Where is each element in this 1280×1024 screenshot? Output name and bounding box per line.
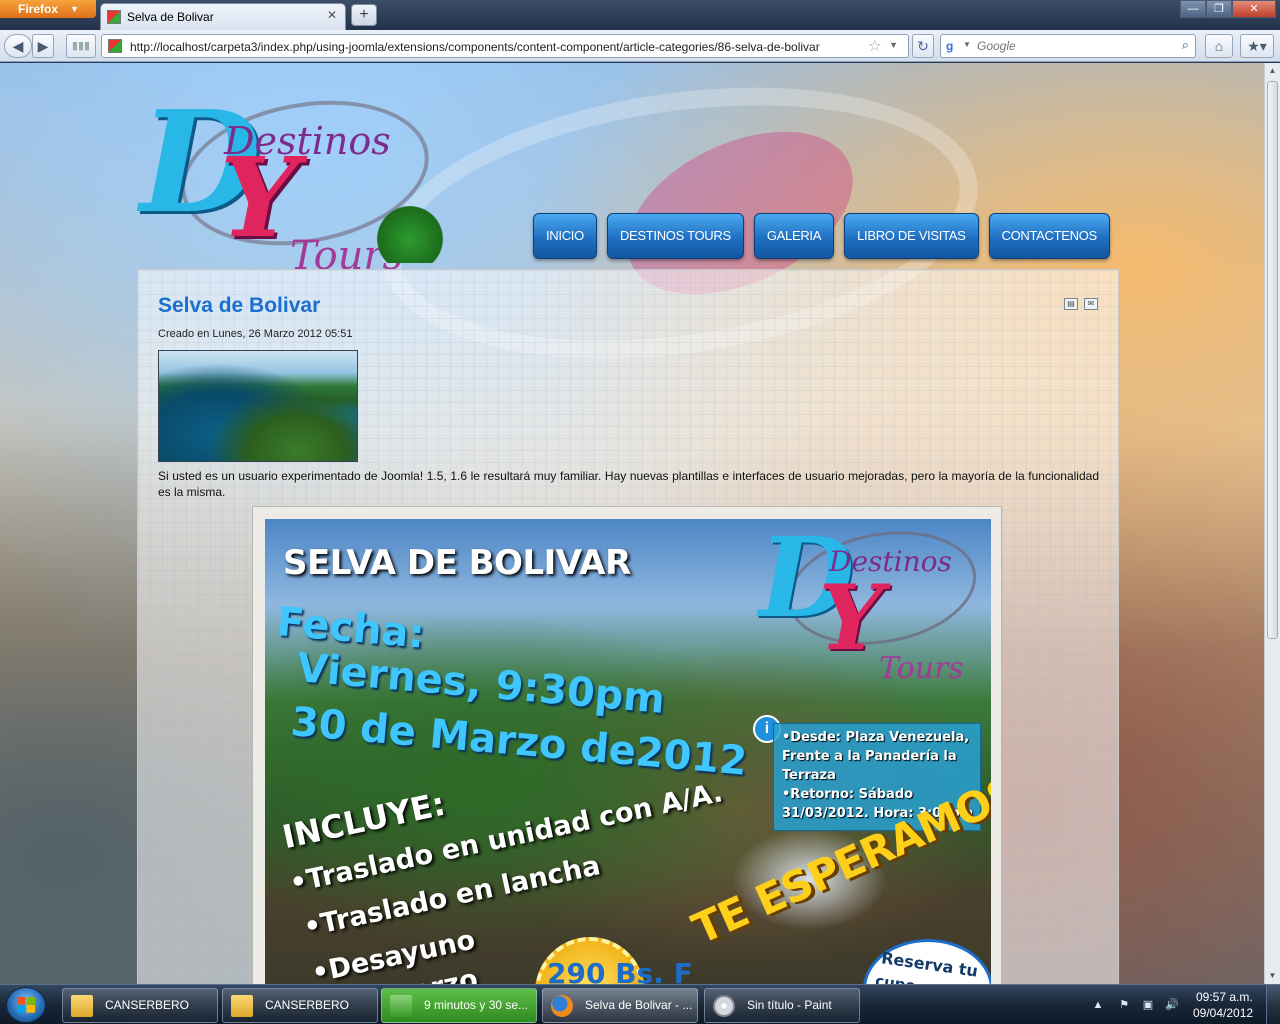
poster-logo: D Y Destinos Tours	[759, 519, 989, 713]
browser-title-bar: Firefox ▼ Selva de Bolivar ✕ + — ❐ ✕	[0, 0, 1280, 30]
restore-window-button[interactable]: ❐	[1206, 0, 1232, 18]
start-button[interactable]	[6, 987, 46, 1023]
menu-item-galeria[interactable]: GALERIA	[753, 213, 835, 259]
bookmark-star-icon[interactable]: ☆	[868, 36, 882, 56]
firefox-icon	[551, 995, 573, 1017]
article-actions: ▤ ✉	[1064, 298, 1098, 310]
scroll-down-icon[interactable]: ▼	[1265, 968, 1280, 984]
poster-image-frame: SELVA DE BOLIVAR Fecha: Viernes, 9:30pm …	[252, 506, 1002, 984]
poster-info-line: Frente a la Panadería la	[782, 749, 957, 764]
folder-icon	[231, 995, 253, 1017]
minimize-window-button[interactable]: —	[1180, 0, 1206, 18]
home-button[interactable]: ⌂	[1205, 34, 1233, 58]
taskbar-item-label: Sin título - Paint	[747, 998, 832, 1012]
search-engine-dropdown-icon[interactable]: ▼	[963, 40, 971, 49]
poster-price-text: 290 Bs. F	[547, 957, 693, 984]
new-tab-button[interactable]: +	[351, 4, 377, 26]
tab-title: Selva de Bolivar	[127, 10, 214, 24]
taskbar-item[interactable]: CANSERBERO	[222, 988, 378, 1023]
article-created-date: Creado en Lunes, 26 Marzo 2012 05:51	[158, 328, 353, 340]
scroll-up-icon[interactable]: ▲	[1265, 63, 1280, 79]
taskbar-item[interactable]: Sin título - Paint	[704, 988, 860, 1023]
page-viewport: D Y Destinos Tours INICIO DESTINOS TOURS…	[0, 63, 1264, 984]
network-icon[interactable]: ▣	[1141, 998, 1155, 1012]
close-tab-icon[interactable]: ✕	[325, 8, 339, 22]
search-icon[interactable]: ⌕	[1182, 37, 1189, 53]
url-text[interactable]: http://localhost/carpeta3/index.php/usin…	[130, 40, 820, 54]
scrollbar-thumb[interactable]	[1267, 81, 1278, 639]
menu-item-destinos-tours[interactable]: DESTINOS TOURS	[606, 213, 744, 259]
firefox-menu-button[interactable]: Firefox ▼	[0, 0, 96, 18]
folder-icon	[71, 995, 93, 1017]
taskbar-item[interactable]: Selva de Bolivar - ...	[542, 988, 698, 1023]
search-bar[interactable]: g ▼ ⌕	[940, 34, 1196, 58]
taskbar-item-label: 9 minutos y 30 se...	[424, 998, 529, 1012]
navigation-toolbar: ◀ ▶ ▮▮▮ http://localhost/carpeta3/index.…	[0, 30, 1280, 62]
logo-tours-text: Tours	[879, 651, 964, 686]
article-thumbnail-image	[158, 350, 358, 462]
reload-button[interactable]: ↻	[912, 34, 934, 58]
poster-date-line: 30 de Marzo de2012	[288, 699, 749, 785]
taskbar-item[interactable]: 9 minutos y 30 se...	[381, 988, 537, 1023]
article-container: Selva de Bolivar ▤ ✉ Creado en Lunes, 26…	[137, 269, 1119, 984]
chevron-down-icon: ▼	[70, 4, 79, 14]
email-icon[interactable]: ✉	[1084, 298, 1098, 310]
vertical-scrollbar[interactable]: ▲ ▼	[1264, 63, 1280, 984]
tour-poster-image: SELVA DE BOLIVAR Fecha: Viernes, 9:30pm …	[265, 519, 991, 984]
feed-icon[interactable]: ▮▮▮	[66, 34, 96, 58]
url-history-dropdown-icon[interactable]: ▼	[889, 40, 898, 50]
clock-time[interactable]: 09:57 a.m.	[1196, 990, 1253, 1004]
google-icon[interactable]: g	[946, 39, 962, 53]
logo-destinos-text: Destinos	[224, 119, 391, 163]
firefox-menu-label: Firefox	[18, 2, 59, 16]
transfer-icon	[390, 995, 412, 1017]
forward-button[interactable]: ▶	[32, 34, 54, 58]
windows-logo-icon	[17, 997, 35, 1013]
volume-icon[interactable]: 🔊	[1165, 998, 1179, 1012]
print-icon[interactable]: ▤	[1064, 298, 1078, 310]
poster-info-line: Terraza	[782, 768, 836, 783]
poster-info-line: •Desde: Plaza Venezuela,	[782, 730, 970, 745]
url-bar[interactable]: http://localhost/carpeta3/index.php/usin…	[101, 34, 909, 58]
menu-item-inicio[interactable]: INICIO	[533, 213, 597, 259]
site-favicon-icon	[107, 10, 121, 24]
main-menu: INICIO DESTINOS TOURS GALERIA LIBRO DE V…	[533, 213, 1110, 259]
menu-item-libro-de-visitas[interactable]: LIBRO DE VISITAS	[844, 213, 979, 259]
logo-destinos-text: Destinos	[829, 545, 952, 578]
logo-letter-y: Y	[819, 565, 884, 671]
taskbar-item[interactable]: CANSERBERO	[62, 988, 218, 1023]
menu-item-contactenos[interactable]: CONTACTENOS	[988, 213, 1110, 259]
site-identity-icon[interactable]	[108, 39, 122, 53]
article-title[interactable]: Selva de Bolivar	[158, 294, 320, 318]
bookmarks-menu-button[interactable]: ★▾	[1240, 34, 1274, 58]
back-button[interactable]: ◀	[4, 34, 32, 58]
close-window-button[interactable]: ✕	[1232, 0, 1276, 18]
taskbar-item-label: Selva de Bolivar - ...	[585, 998, 693, 1012]
palm-tree-icon	[370, 203, 450, 263]
action-center-flag-icon[interactable]: ⚑	[1117, 998, 1131, 1012]
paint-icon	[713, 995, 735, 1017]
article-body-text: Si usted es un usuario experimentado de …	[158, 469, 1099, 499]
search-input[interactable]	[977, 39, 1167, 53]
taskbar-item-label: CANSERBERO	[265, 998, 350, 1012]
show-desktop-button[interactable]	[1266, 985, 1280, 1024]
clock-date[interactable]: 09/04/2012	[1193, 1006, 1253, 1020]
poster-heading: SELVA DE BOLIVAR	[283, 543, 631, 583]
windows-taskbar: CANSERBERO CANSERBERO 9 minutos y 30 se.…	[0, 984, 1280, 1024]
taskbar-item-label: CANSERBERO	[105, 998, 190, 1012]
browser-tab[interactable]: Selva de Bolivar ✕	[100, 3, 346, 30]
window-controls: — ❐ ✕	[1180, 0, 1276, 18]
show-hidden-icons-icon[interactable]: ▲	[1091, 998, 1105, 1012]
